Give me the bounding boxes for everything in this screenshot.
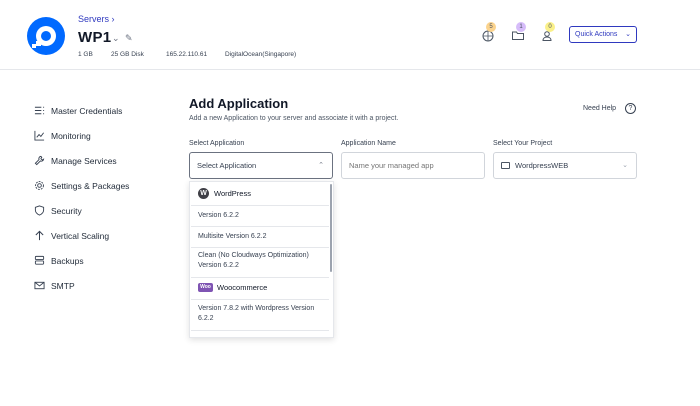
sidebar-item-label: Monitoring (51, 130, 91, 141)
server-disk: 25 GB Disk (111, 51, 144, 58)
sidebar-item-label: Vertical Scaling (51, 230, 110, 241)
dropdown-scrollbar[interactable] (330, 184, 332, 272)
select-project-dropdown[interactable]: WordpressWEB ⌄ (493, 152, 637, 179)
server-ram: 1 GB (78, 51, 93, 58)
select-project-value: WordpressWEB (515, 161, 569, 170)
breadcrumb-servers[interactable]: Servers › (78, 14, 115, 24)
www-icon[interactable]: 5 (481, 22, 496, 42)
sidebar-item-security[interactable]: Security (33, 198, 173, 223)
wordpress-logo-icon: W (198, 188, 209, 199)
sidebar-item-manage-services[interactable]: Manage Services (33, 148, 173, 173)
divider (191, 205, 329, 206)
option-wordpress-multisite[interactable]: Multisite Version 6.2.2 (198, 232, 324, 242)
divider (191, 226, 329, 227)
www-badge: 5 (486, 22, 496, 32)
sidebar-item-smtp[interactable]: SMTP (33, 273, 173, 298)
sidebar-item-settings-packages[interactable]: Settings & Packages (33, 173, 173, 198)
page-title: Add Application (189, 96, 289, 111)
mail-icon (33, 280, 45, 292)
sidebar-item-label: Backups (51, 255, 84, 266)
chart-icon (33, 130, 45, 142)
divider (191, 330, 329, 331)
quick-actions-label: Quick Actions (575, 31, 618, 38)
sidebar-item-monitoring[interactable]: Monitoring (33, 123, 173, 148)
digitalocean-logo-icon (27, 17, 65, 55)
server-ip: 165.22.110.61 (166, 51, 208, 58)
sidebar-item-master-credentials[interactable]: Master Credentials (33, 98, 173, 123)
shield-icon (33, 205, 45, 217)
sidebar-item-backups[interactable]: Backups (33, 248, 173, 273)
sidebar-item-label: Settings & Packages (51, 180, 130, 191)
divider (191, 299, 329, 300)
select-project-label: Select Your Project (493, 140, 553, 147)
folder-icon[interactable]: 1 (511, 22, 526, 42)
group-header-label: Woocommerce (217, 283, 268, 292)
server-provider: DigitalOcean(Singapore) (225, 51, 297, 58)
application-name-input[interactable] (341, 152, 485, 179)
group-header-label: WordPress (214, 189, 251, 198)
quick-actions-button[interactable]: Quick Actions ⌄ (569, 26, 637, 43)
chevron-down-icon: ⌄ (625, 31, 631, 38)
folder-icon (501, 161, 510, 169)
user-icon[interactable]: 0 (540, 22, 555, 42)
select-application-value: Select Application (197, 161, 257, 170)
list-icon (33, 105, 45, 117)
user-badge: 0 (545, 22, 555, 32)
chevron-up-icon: ⌃ (318, 162, 324, 169)
sidebar-item-label: Security (51, 205, 82, 216)
divider (191, 277, 329, 278)
select-application-label: Select Application (189, 140, 245, 147)
database-icon (33, 255, 45, 267)
server-switch-chevron-icon[interactable]: ⌄ (112, 33, 120, 44)
arrow-up-icon (33, 230, 45, 242)
top-header: Servers › WP1 ⌄ ✎ 1 GB 25 GB Disk 165.22… (0, 0, 700, 70)
help-icon[interactable]: ? (625, 103, 636, 114)
wrench-icon (33, 155, 45, 167)
folder-badge: 1 (516, 22, 526, 32)
sidebar-item-vertical-scaling[interactable]: Vertical Scaling (33, 223, 173, 248)
woocommerce-logo-icon: Woo (198, 283, 213, 292)
server-name: WP1 (78, 29, 112, 46)
sidebar-item-label: SMTP (51, 280, 75, 291)
option-wordpress-clean[interactable]: Clean (No Cloudways Optimization) Versio… (198, 251, 324, 271)
need-help-link[interactable]: Need Help (583, 105, 616, 112)
gear-icon (33, 180, 45, 192)
application-name-label: Application Name (341, 140, 396, 147)
chevron-down-icon: ⌄ (622, 162, 628, 169)
application-dropdown-list: W WordPress Version 6.2.2 Multisite Vers… (189, 181, 334, 338)
select-application-dropdown[interactable]: Select Application ⌃ (189, 152, 333, 179)
page-subtitle: Add a new Application to your server and… (189, 115, 399, 122)
group-header-wordpress: W WordPress (198, 188, 251, 199)
group-header-woocommerce: Woo Woocommerce (198, 283, 267, 292)
sidebar-item-label: Master Credentials (51, 105, 123, 116)
pencil-icon[interactable]: ✎ (125, 33, 133, 44)
sidebar-item-label: Manage Services (51, 155, 117, 166)
option-woocommerce-7-8-2[interactable]: Version 7.8.2 with Wordpress Version 6.2… (198, 304, 324, 324)
sidebar: Master Credentials Monitoring Manage Ser… (33, 98, 173, 298)
divider (191, 247, 329, 248)
option-wordpress-6-2-2[interactable]: Version 6.2.2 (198, 211, 324, 221)
